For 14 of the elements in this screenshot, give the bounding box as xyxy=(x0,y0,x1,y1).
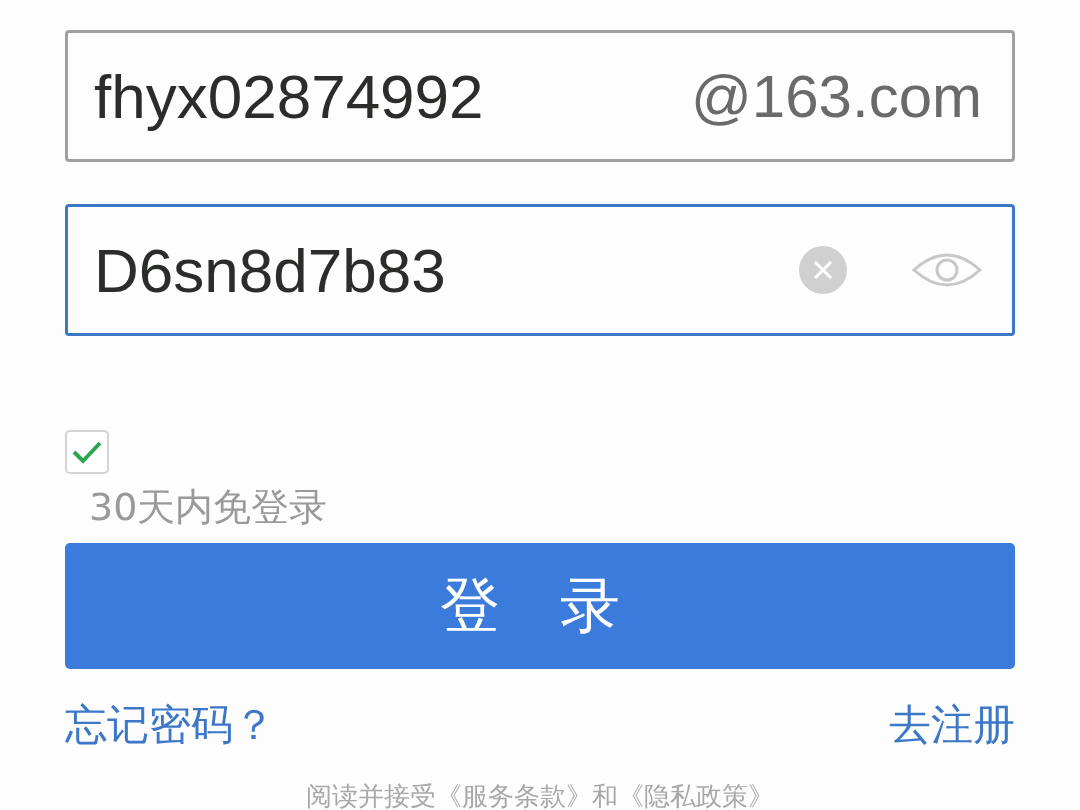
remember-label: 30天内免登录 xyxy=(89,484,328,531)
username-value: fhyx02874992 xyxy=(94,60,485,132)
check-icon xyxy=(71,439,103,465)
login-button[interactable]: 登 录 xyxy=(65,543,1015,669)
password-value: D6sn8d7b83 xyxy=(94,234,447,306)
password-field[interactable]: D6sn8d7b83 xyxy=(65,204,1015,336)
email-domain: @163.com xyxy=(690,61,982,131)
checkbox[interactable] xyxy=(65,430,109,474)
username-field[interactable]: fhyx02874992 @163.com xyxy=(65,30,1015,162)
eye-icon[interactable] xyxy=(912,250,982,290)
link[interactable]: 忘记密码？ xyxy=(65,697,275,753)
terms-text: 阅读并接受《服务条款》和《隐私政策》 xyxy=(305,780,775,810)
link[interactable]: 去注册 xyxy=(889,697,1015,753)
clear-icon[interactable] xyxy=(798,245,848,295)
